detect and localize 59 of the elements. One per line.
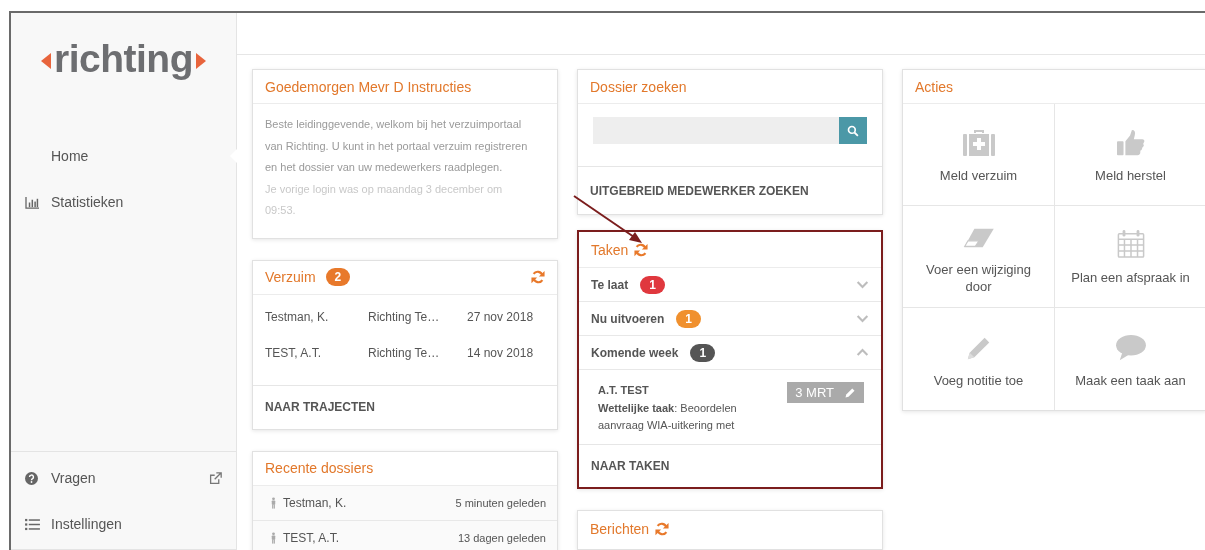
- task-group-header[interactable]: Te laat 1: [579, 268, 881, 302]
- search-field[interactable]: [593, 117, 839, 144]
- employee-name: Testman, K.: [265, 309, 330, 324]
- date-text: 27 nov 2018: [467, 309, 535, 324]
- count-badge: 1: [690, 343, 716, 362]
- thumbs-up-icon: [1115, 129, 1146, 157]
- action-tile[interactable]: Voer een wijziging door: [903, 206, 1055, 308]
- refresh-icon: [655, 522, 670, 536]
- help-icon: [25, 471, 38, 485]
- recent-file-row[interactable]: Testman, K. 5 minuten geleden: [253, 485, 557, 521]
- nav-item[interactable]: Home: [11, 133, 236, 179]
- calendar-icon: [1116, 229, 1145, 259]
- card-title: Taken: [591, 241, 629, 258]
- search-button[interactable]: [839, 117, 867, 144]
- welcome-text: Beste leidinggevende, welkom bij het verzuimportaal van Richting. U kunt in het portaal verzuim registreren en het dossier van uw medewerkers raadplegen.: [265, 117, 529, 175]
- employee-name: Testman, K.: [283, 495, 347, 510]
- speech-bubble-icon: [1113, 333, 1148, 362]
- card-title: Goedemorgen Mevr D Instructies: [265, 78, 472, 95]
- date-text: 14 nov 2018: [467, 345, 535, 360]
- recent-file-row[interactable]: TEST, A.T. 13 dagen geleden: [253, 520, 557, 550]
- card-title: Dossier zoeken: [590, 78, 687, 95]
- person-icon: [270, 496, 277, 509]
- card-title: Acties: [915, 78, 954, 95]
- employee-name: TEST, A.T.: [265, 345, 322, 360]
- nav-item[interactable]: Statistieken: [11, 179, 236, 225]
- trajects-link[interactable]: NAAR TRAJECTEN: [253, 384, 557, 429]
- person-icon: [270, 532, 277, 544]
- card-title: Verzuim: [265, 269, 316, 285]
- nav-item[interactable]: Vragen: [11, 455, 236, 501]
- task-group-header[interactable]: Komende week 1: [579, 336, 881, 370]
- count-badge: 1: [640, 275, 665, 294]
- company-name: Richting Te…: [368, 345, 441, 360]
- task-description: Wettelijke taak: Beoordelen aanvraag WIA-uitkering met: [598, 401, 738, 433]
- nav-item[interactable]: Instellingen: [11, 501, 236, 547]
- refresh-icon: [634, 242, 649, 257]
- logo: richting: [39, 35, 208, 83]
- card-title: Recente dossiers: [265, 460, 374, 476]
- time-text: 5 minuten geleden: [455, 496, 546, 509]
- tasks-link[interactable]: NAAR TAKEN: [579, 445, 881, 487]
- search-icon: [847, 124, 859, 137]
- company-name: Richting Te…: [368, 309, 441, 324]
- action-tile[interactable]: Meld herstel: [1055, 104, 1205, 206]
- card-title: Berichten: [590, 521, 650, 537]
- list-icon: [25, 517, 40, 531]
- bar-chart-icon: [25, 195, 40, 209]
- pencil-icon: [844, 386, 856, 399]
- action-tile[interactable]: Voeg notitie toe: [903, 308, 1055, 410]
- employee-name: TEST, A.T.: [283, 531, 339, 545]
- medical-kit-icon: [962, 127, 995, 157]
- action-tile[interactable]: Plan een afspraak in: [1055, 206, 1205, 308]
- advanced-search-link[interactable]: UITGEBREID MEDEWERKER ZOEKEN: [578, 166, 882, 214]
- action-tile[interactable]: Maak een taak aan: [1055, 308, 1205, 410]
- count-badge: 1: [676, 309, 702, 328]
- task-group-header[interactable]: Nu uitvoeren 1: [579, 302, 881, 336]
- action-tile[interactable]: Meld verzuim: [903, 104, 1055, 206]
- person-name: A.T. TEST: [598, 384, 650, 396]
- count-badge: 2: [325, 268, 351, 286]
- time-text: 13 dagen geleden: [457, 532, 546, 544]
- refresh-icon: [531, 270, 545, 284]
